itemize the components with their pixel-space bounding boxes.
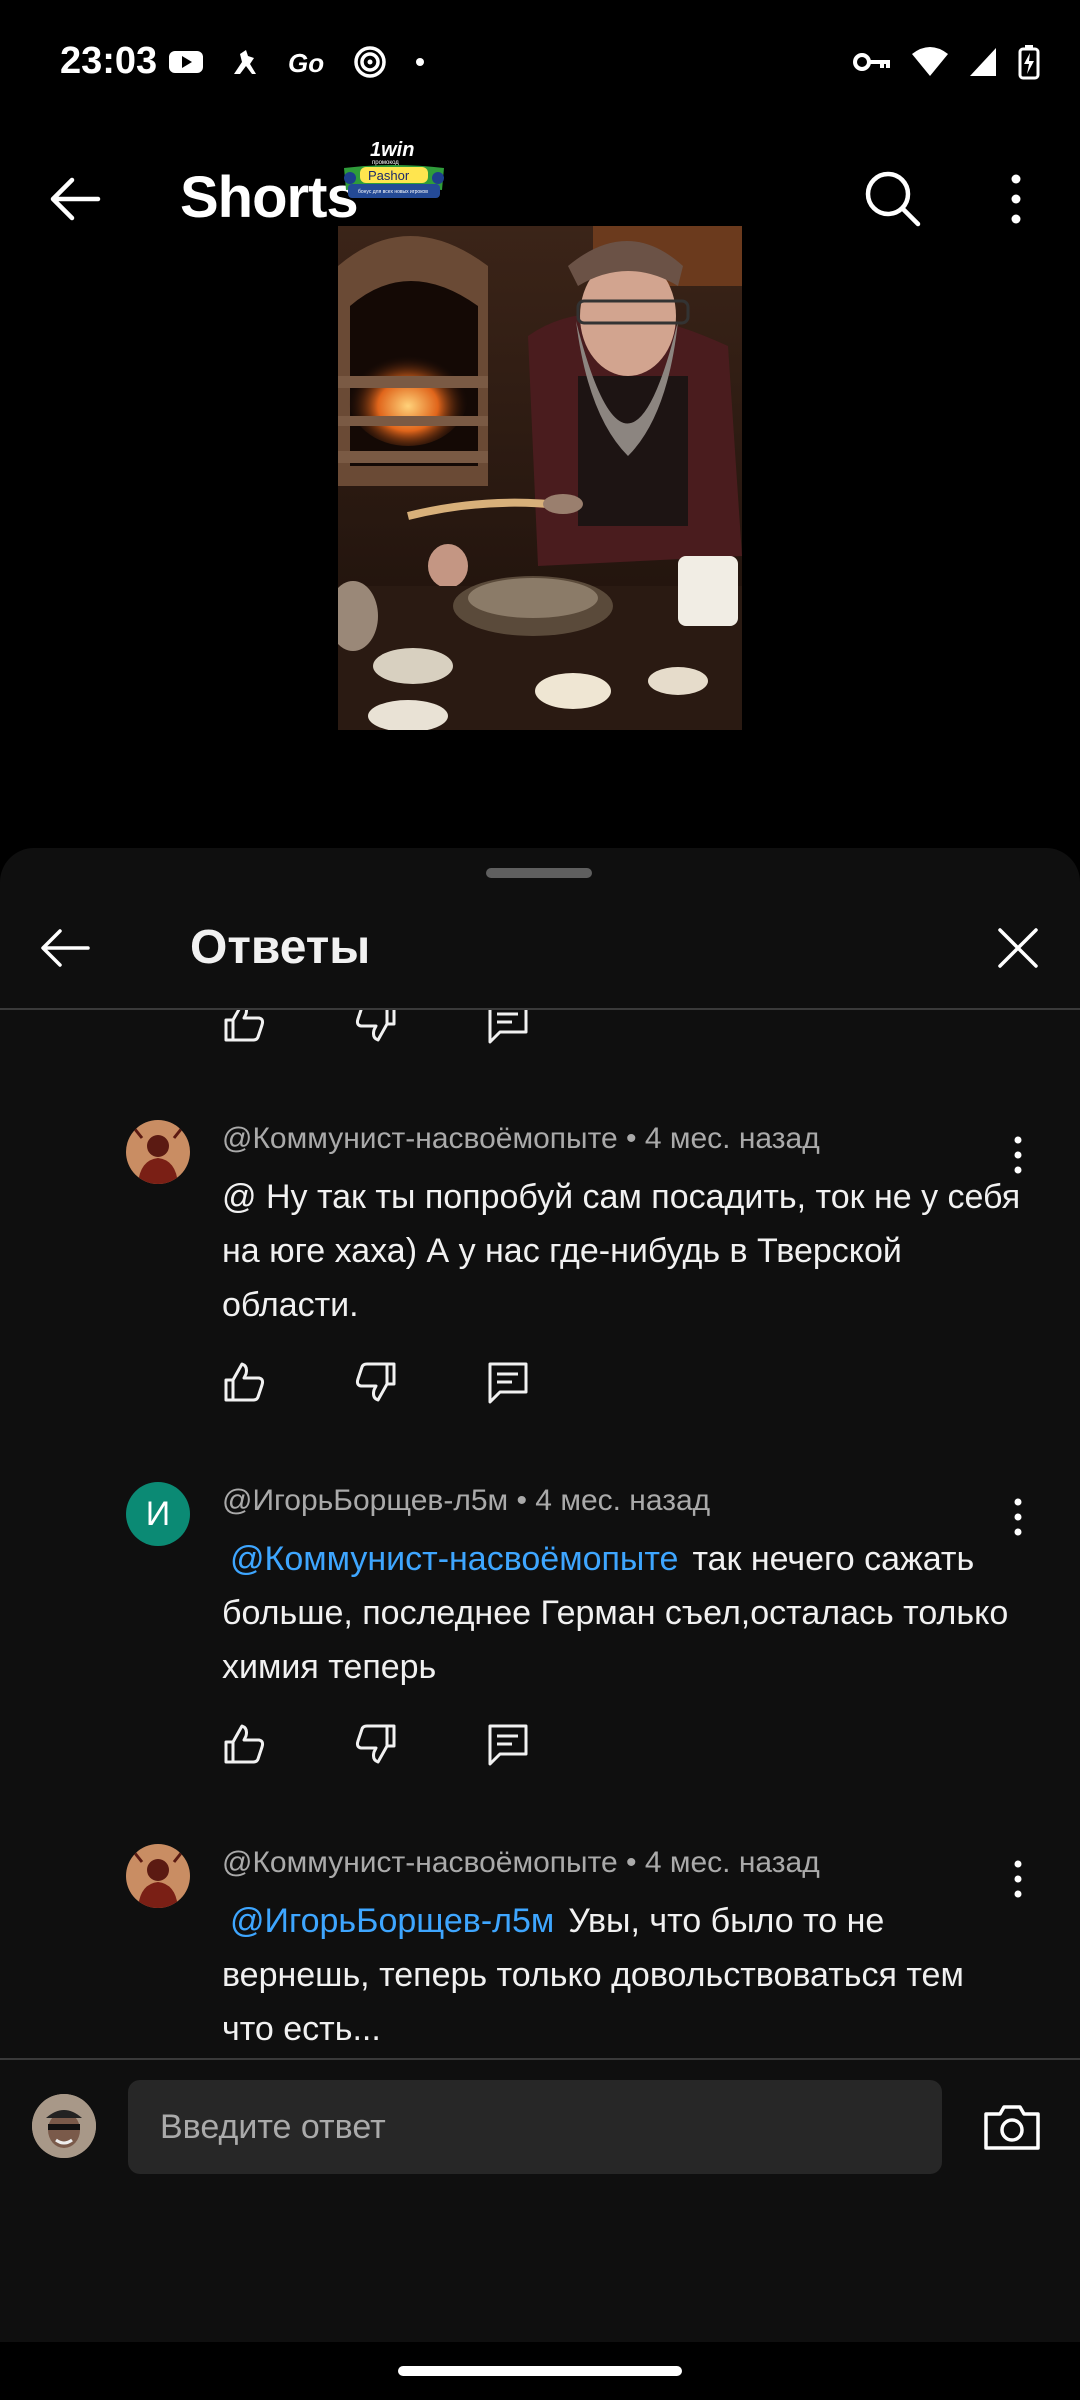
battery-charging-icon <box>1018 45 1040 80</box>
comment-meta: @Коммунист-насвоёмопыте • 4 мес. назад <box>222 1122 820 1155</box>
search-icon[interactable] <box>858 164 928 234</box>
mention-link[interactable]: @ИгорьБорщев-л5м <box>230 1902 554 1940</box>
camera-icon[interactable] <box>982 2102 1042 2152</box>
signal-icon <box>970 48 996 76</box>
like-icon[interactable] <box>222 1722 266 1766</box>
dislike-icon[interactable] <box>354 1010 398 1044</box>
dislike-icon[interactable] <box>354 1360 398 1404</box>
comment-actions <box>222 1010 530 1044</box>
close-icon[interactable] <box>988 918 1048 978</box>
like-icon[interactable] <box>222 1360 266 1404</box>
page-title: Shorts <box>180 165 359 230</box>
dot-icon <box>416 58 424 66</box>
more-vert-icon[interactable] <box>986 164 1046 234</box>
reply-composer <box>0 2060 1080 2188</box>
system-nav-bar <box>0 2342 1080 2400</box>
back-arrow-icon[interactable] <box>30 918 100 978</box>
mention-link[interactable]: @Коммунист-насвоёмопыте <box>230 1540 678 1578</box>
reply-icon[interactable] <box>486 1722 530 1766</box>
reply-input[interactable] <box>128 2080 942 2174</box>
status-time: 23:03 <box>60 40 158 82</box>
drag-handle[interactable] <box>486 868 592 878</box>
kangaroo-icon <box>234 50 256 74</box>
comment-text: @ Ну так ты попробуй сам посадить, ток н… <box>222 1170 1022 1332</box>
video-player[interactable] <box>338 226 742 730</box>
wifi-icon <box>912 47 948 76</box>
spiral-icon <box>354 46 386 78</box>
youtube-icon <box>169 51 203 73</box>
like-icon[interactable] <box>222 1010 266 1044</box>
reply-icon[interactable] <box>486 1010 530 1044</box>
replies-title: Ответы <box>190 921 371 974</box>
comment-meta: @Коммунист-насвоёмопыте • 4 мес. назад <box>222 1846 820 1879</box>
comment-text: @Коммунист-насвоёмопыте так нечего сажать… <box>222 1532 1022 1694</box>
promo-logo: 1win промокод Pashor бонус для всех новы… <box>344 139 444 198</box>
replies-sheet: Ответы @Коммунист-насвоёмопыте • 4 мес. … <box>0 848 1080 2400</box>
avatar[interactable]: И <box>126 1482 190 1546</box>
back-arrow-icon[interactable] <box>40 164 110 234</box>
home-gesture-bar[interactable] <box>398 2366 682 2376</box>
replies-header: Ответы <box>0 890 1080 1008</box>
comment-body: @ Ну так ты попробуй сам посадить, ток н… <box>222 1178 1021 1324</box>
status-bar: 23:03 Go <box>0 0 1080 130</box>
promo-code: Pashor <box>368 168 410 183</box>
avatar[interactable] <box>126 1844 190 1908</box>
avatar[interactable] <box>126 1120 190 1184</box>
comment-text: @ИгорьБорщев-л5м Увы, что было то не верн… <box>222 1894 1022 2056</box>
comment-actions <box>222 1360 530 1404</box>
vpn-key-icon <box>853 53 890 71</box>
dislike-icon[interactable] <box>354 1722 398 1766</box>
promo-line2: бонус для всех новых игроков <box>358 189 428 195</box>
comment-actions <box>222 1722 530 1766</box>
replies-list[interactable]: @Коммунист-насвоёмопыте • 4 мес. назад @… <box>0 1010 1080 2058</box>
svg-text:Go: Go <box>288 48 324 78</box>
reply-icon[interactable] <box>486 1360 530 1404</box>
avatar[interactable] <box>32 2094 96 2158</box>
promo-brand: 1win <box>370 139 414 161</box>
comment-meta: @ИгорьБорщев-л5м • 4 мес. назад <box>222 1484 711 1517</box>
go-icon: Go <box>288 48 324 78</box>
